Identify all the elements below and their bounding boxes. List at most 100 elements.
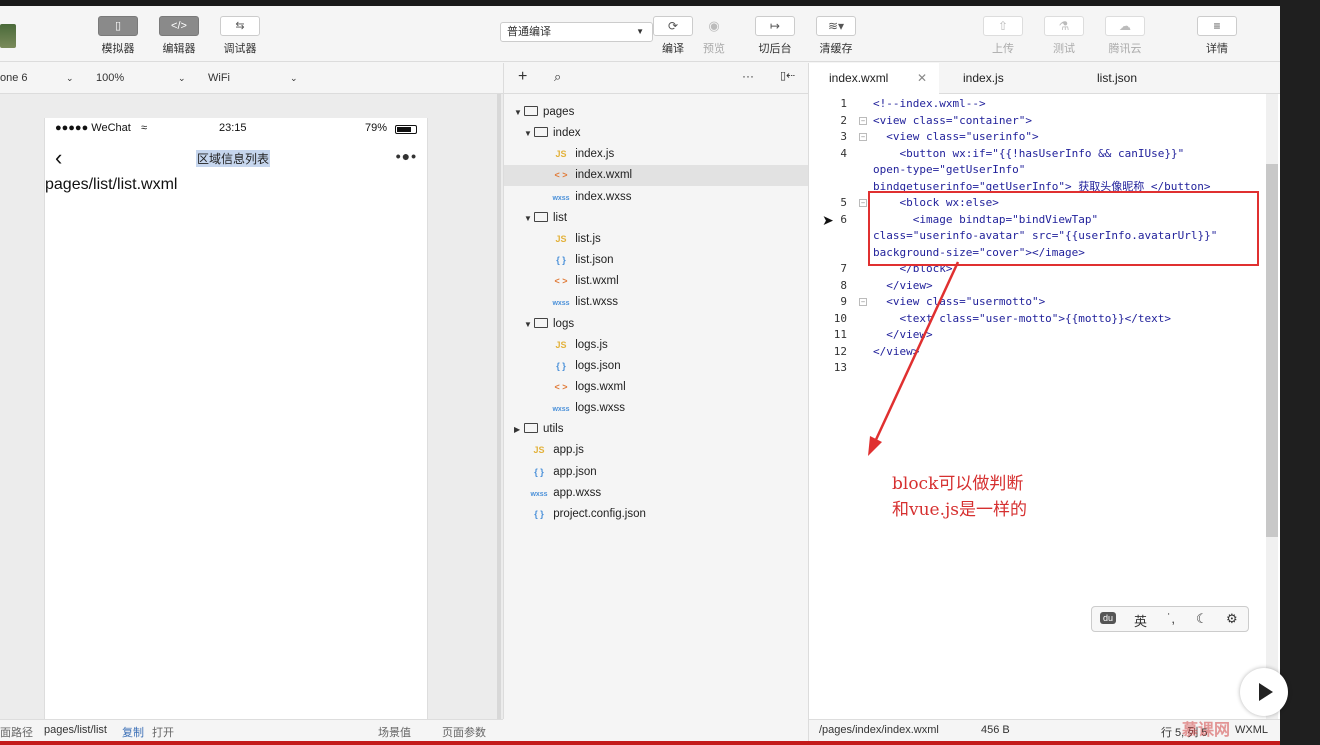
code-text: open-type="getUserInfo" bbox=[873, 163, 1026, 176]
folder-item[interactable]: ▼ index bbox=[504, 123, 809, 144]
preview-button[interactable]: ◉ 预览 bbox=[687, 16, 741, 56]
file-item[interactable]: JS logs.js bbox=[504, 335, 809, 356]
phone-screen[interactable]: ●●●●● WeChat ≈ 23:15 79% ‹ 区域信息列表 •●• pa… bbox=[44, 118, 428, 719]
code-text: <view class="userinfo"> bbox=[873, 130, 1039, 143]
ime-lang-toggle[interactable]: 英 bbox=[1134, 611, 1147, 630]
editor-toggle[interactable]: </> 编辑器 bbox=[152, 16, 206, 56]
open-link[interactable]: 打开 bbox=[152, 724, 174, 740]
code-line[interactable]: 2 − <view class="container"> bbox=[809, 113, 1265, 129]
chevron-down-icon: ⌄ bbox=[66, 73, 74, 83]
chevron-right-icon[interactable]: ▶ bbox=[514, 419, 524, 440]
ime-toolbar[interactable]: du 英 ˙, ☾ ⚙ bbox=[1091, 606, 1249, 632]
preview-label: 预览 bbox=[703, 43, 725, 55]
code-line[interactable]: 1 <!--index.wxml--> bbox=[809, 96, 1265, 112]
file-item[interactable]: JS app.js bbox=[504, 440, 809, 461]
editor-scrollbar-thumb[interactable] bbox=[1266, 164, 1278, 537]
ide-window: ▯ 模拟器 </> 编辑器 ⇆ 调试器 普通编译 ▼ ⟳ 编译 ◉ 预览 ↦ 切… bbox=[0, 6, 1280, 741]
gear-icon[interactable]: ⚙ bbox=[1226, 611, 1238, 627]
page-params-button[interactable]: 页面参数 bbox=[442, 724, 486, 740]
battery-icon bbox=[395, 125, 417, 134]
layers-icon: ≋▾ bbox=[816, 16, 856, 36]
code-text: <!--index.wxml--> bbox=[873, 97, 986, 110]
file-tree-label: app.wxss bbox=[553, 486, 602, 499]
collapse-panel-icon[interactable]: ▯⇠ bbox=[780, 69, 795, 82]
wxml-file-icon: < > bbox=[554, 170, 568, 181]
add-icon[interactable]: + bbox=[518, 68, 527, 86]
file-path: /pages/index/index.wxml bbox=[819, 724, 939, 736]
clear-cache-button[interactable]: ≋▾ 清缓存 bbox=[809, 16, 863, 56]
details-button[interactable]: ≡ 详情 bbox=[1190, 16, 1244, 56]
code-line[interactable]: 3 − <view class="userinfo"> bbox=[809, 129, 1265, 145]
chevron-down-icon[interactable]: ▼ bbox=[514, 102, 524, 123]
fold-toggle-icon[interactable]: − bbox=[859, 133, 867, 141]
file-item[interactable]: < > index.wxml bbox=[504, 165, 809, 187]
debugger-toggle[interactable]: ⇆ 调试器 bbox=[213, 16, 267, 56]
background-button[interactable]: ↦ 切后台 bbox=[748, 16, 802, 56]
language-mode[interactable]: WXML bbox=[1235, 724, 1268, 736]
file-item[interactable]: JS list.js bbox=[504, 229, 809, 250]
close-icon[interactable]: ✕ bbox=[917, 63, 927, 94]
chevron-down-icon: ⌄ bbox=[290, 73, 298, 83]
fold-toggle-icon[interactable]: − bbox=[859, 116, 867, 125]
test-button[interactable]: ⚗ 测试 bbox=[1037, 16, 1091, 56]
ime-punct-toggle[interactable]: ˙, bbox=[1167, 611, 1175, 626]
file-tree-label: pages bbox=[543, 106, 575, 118]
zoom-select[interactable]: 100% ⌄ bbox=[96, 69, 196, 87]
chevron-down-icon[interactable]: ▼ bbox=[524, 314, 534, 335]
file-item[interactable]: JS index.js bbox=[504, 144, 809, 165]
file-item[interactable]: wxss app.wxss bbox=[504, 483, 809, 504]
copy-link[interactable]: 复制 bbox=[122, 724, 144, 740]
code-line[interactable]: 4 <button wx:if="{{!hasUserInfo && canIU… bbox=[809, 146, 1265, 162]
folder-item[interactable]: ▼ logs bbox=[504, 314, 809, 335]
file-item[interactable]: { } app.json bbox=[504, 462, 809, 483]
line-number: 10 bbox=[833, 311, 847, 325]
compile-mode-select[interactable]: 普通编译 ▼ bbox=[500, 22, 653, 42]
file-item[interactable]: < > list.wxml bbox=[504, 271, 809, 292]
simulator-scrollbar[interactable] bbox=[497, 94, 501, 719]
chevron-down-icon[interactable]: ▼ bbox=[524, 123, 534, 144]
tab-index-wxml[interactable]: index.wxml ✕ bbox=[809, 63, 939, 94]
project-avatar[interactable] bbox=[0, 24, 16, 48]
chevron-down-icon[interactable]: ▼ bbox=[524, 208, 534, 229]
file-item[interactable]: < > logs.wxml bbox=[504, 377, 809, 398]
line-number: 2 bbox=[840, 113, 847, 127]
more-icon[interactable]: •●• bbox=[396, 148, 417, 164]
folder-item[interactable]: ▼ list bbox=[504, 208, 809, 229]
json-file-icon: { } bbox=[534, 466, 544, 477]
page-content-text: pages/list/list.wxml bbox=[45, 176, 178, 193]
file-tree-label: list bbox=[553, 211, 568, 224]
device-select[interactable]: one 6 ⌄ bbox=[0, 69, 82, 87]
file-item[interactable]: wxss list.wxss bbox=[504, 292, 809, 313]
file-tree-label: list.wxss bbox=[575, 296, 619, 309]
line-number: 13 bbox=[833, 361, 847, 374]
search-icon[interactable]: ⌕ bbox=[554, 69, 561, 85]
more-icon[interactable]: ··· bbox=[742, 69, 754, 83]
upload-label: 上传 bbox=[992, 43, 1014, 55]
file-item[interactable]: { } logs.json bbox=[504, 356, 809, 377]
tab-label: index.js bbox=[963, 71, 1004, 85]
file-item[interactable]: wxss logs.wxss bbox=[504, 398, 809, 419]
code-line[interactable]: open-type="getUserInfo" bbox=[809, 162, 1265, 178]
simulator-toggle[interactable]: ▯ 模拟器 bbox=[91, 16, 145, 56]
status-time: 23:15 bbox=[219, 122, 247, 134]
test-label: 测试 bbox=[1053, 43, 1075, 55]
folder-item[interactable]: ▼ pages bbox=[504, 102, 809, 123]
file-item[interactable]: wxss index.wxss bbox=[504, 187, 809, 208]
file-item[interactable]: { } list.json bbox=[504, 250, 809, 271]
upload-button[interactable]: ⇧ 上传 bbox=[976, 16, 1030, 56]
tencent-cloud-label: 腾讯云 bbox=[1108, 43, 1142, 55]
moon-icon[interactable]: ☾ bbox=[1196, 611, 1208, 627]
file-item[interactable]: { } project.config.json bbox=[504, 504, 809, 525]
scene-value-button[interactable]: 场景值 bbox=[378, 724, 411, 740]
back-arrow-icon[interactable]: ‹ bbox=[55, 146, 62, 170]
tencent-cloud-button[interactable]: ☁ 腾讯云 bbox=[1098, 16, 1152, 56]
file-tree-label: list.wxml bbox=[575, 275, 619, 288]
tab-list-json[interactable]: list.json bbox=[1097, 63, 1137, 94]
folder-icon bbox=[534, 211, 548, 222]
network-select[interactable]: WiFi ⌄ bbox=[208, 69, 308, 87]
play-icon[interactable] bbox=[1240, 668, 1288, 716]
tab-index-js[interactable]: index.js bbox=[963, 63, 1004, 94]
fold-toggle-icon[interactable]: − bbox=[859, 199, 867, 207]
folder-item[interactable]: ▶ utils bbox=[504, 419, 809, 440]
file-tree-label: list.js bbox=[575, 232, 601, 245]
